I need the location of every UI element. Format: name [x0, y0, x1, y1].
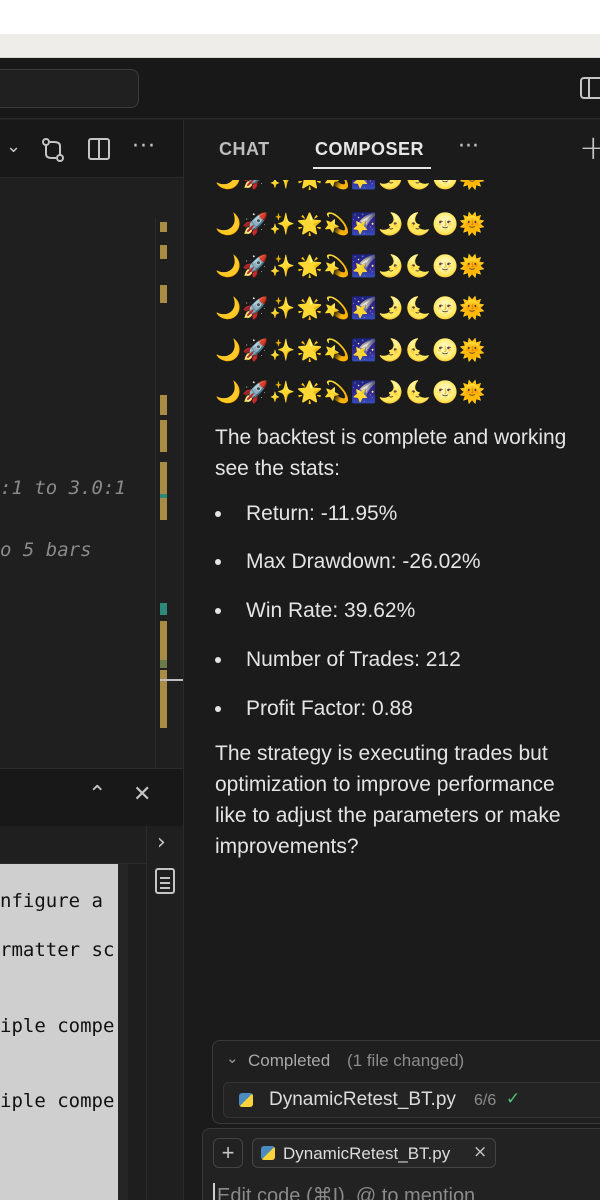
title-bar	[0, 58, 600, 119]
changed-file-progress: 6/6	[474, 1092, 497, 1109]
changed-file-name: DynamicRetest_BT.py	[269, 1089, 456, 1110]
change-marker	[160, 395, 167, 415]
stat-text: Profit Factor: 0.88	[246, 697, 413, 720]
chat-scroll-clip: 🌙🚀✨🌟💫🌠🌛🌜🌝🌞	[184, 180, 600, 198]
remove-chip-icon[interactable]: ×	[473, 1142, 487, 1162]
terminal-scrollbar[interactable]	[118, 864, 128, 1200]
change-marker	[160, 222, 167, 232]
plus-icon[interactable]: +	[579, 128, 600, 168]
browser-top-bar	[0, 0, 600, 34]
toggle-secondary-sidebar-icon[interactable]	[580, 77, 600, 99]
check-icon: ✓	[506, 1089, 521, 1109]
active-tab-underline	[313, 167, 431, 169]
change-marker	[160, 462, 167, 520]
chevron-right-icon[interactable]: ›	[157, 830, 166, 855]
stat-text: Max Drawdown: -26.02%	[246, 550, 481, 573]
change-marker	[160, 660, 167, 668]
message-text: optimization to improve performance	[215, 773, 555, 796]
command-center-search[interactable]	[0, 69, 139, 108]
code-line: :1 to 3.0:1	[0, 477, 126, 499]
close-panel-icon[interactable]: ✕	[133, 782, 151, 807]
emoji-line: 🌙🚀✨🌟💫🌠🌛🌜🌝🌞	[215, 254, 487, 278]
stat-text: Number of Trades: 212	[246, 648, 461, 671]
completed-detail: (1 file changed)	[347, 1051, 465, 1070]
tab-chat[interactable]: CHAT	[219, 139, 270, 160]
emoji-line: 🌙🚀✨🌟💫🌠🌛🌜🌝🌞	[215, 380, 487, 404]
terminal-line: nfigure a	[0, 890, 103, 912]
python-file-icon	[261, 1146, 275, 1160]
window-top-strip	[0, 34, 600, 58]
terminal-tabs	[0, 826, 146, 864]
python-file-icon	[239, 1093, 253, 1107]
tab-composer[interactable]: COMPOSER	[315, 139, 424, 160]
chevron-down-icon[interactable]: ⌄	[226, 1049, 239, 1067]
add-context-button[interactable]: +	[213, 1138, 243, 1168]
message-text: see the stats:	[215, 457, 340, 480]
stat-text: Return: -11.95%	[246, 502, 398, 525]
source-control-compare-icon[interactable]	[40, 137, 66, 163]
composer-input[interactable]: Edit code (⌘I), @ to mention	[213, 1183, 475, 1200]
message-text: improvements?	[215, 835, 359, 858]
context-file-chip[interactable]: DynamicRetest_BT.py ×	[252, 1138, 496, 1168]
clipboard-icon[interactable]	[155, 868, 175, 894]
emoji-line: 🌙🚀✨🌟💫🌠🌛🌜🌝🌞	[215, 338, 487, 362]
change-marker	[160, 603, 167, 615]
change-marker	[160, 420, 167, 452]
chip-file-name: DynamicRetest_BT.py	[283, 1144, 451, 1163]
scroll-position-line	[160, 679, 183, 681]
chevron-down-icon[interactable]: ⌄	[6, 136, 21, 157]
terminal-line: iple compe	[0, 1015, 115, 1037]
stat-text: Win Rate: 39.62%	[246, 599, 416, 622]
terminal-line: iple compe	[0, 1090, 115, 1112]
emoji-line: 🌙🚀✨🌟💫🌠🌛🌜🌝🌞	[215, 212, 487, 236]
minimap-divider	[155, 218, 156, 768]
more-actions-icon[interactable]: ···	[132, 134, 156, 159]
message-text: The backtest is complete and working	[215, 426, 567, 449]
maximize-panel-icon[interactable]: ⌃	[88, 782, 106, 807]
message-text: The strategy is executing trades but	[215, 742, 548, 765]
emoji-line: 🌙🚀✨🌟💫🌠🌛🌜🌝🌞	[215, 296, 487, 320]
completed-label: Completed	[248, 1051, 331, 1070]
change-marker	[160, 621, 167, 661]
terminal-line: rmatter sc	[0, 939, 115, 961]
change-marker	[160, 285, 167, 303]
terminal-output[interactable]: nfigure a rmatter sc iple compe iple com…	[0, 864, 118, 1200]
split-editor-icon[interactable]	[88, 138, 110, 160]
emoji-line: 🌙🚀✨🌟💫🌠🌛🌜🌝🌞	[215, 180, 486, 191]
change-marker	[160, 245, 167, 259]
ellipsis-icon[interactable]: ···	[458, 134, 479, 159]
change-marker	[160, 494, 167, 498]
code-line: o 5 bars	[0, 539, 92, 561]
message-text: like to adjust the parameters or make	[215, 804, 561, 827]
